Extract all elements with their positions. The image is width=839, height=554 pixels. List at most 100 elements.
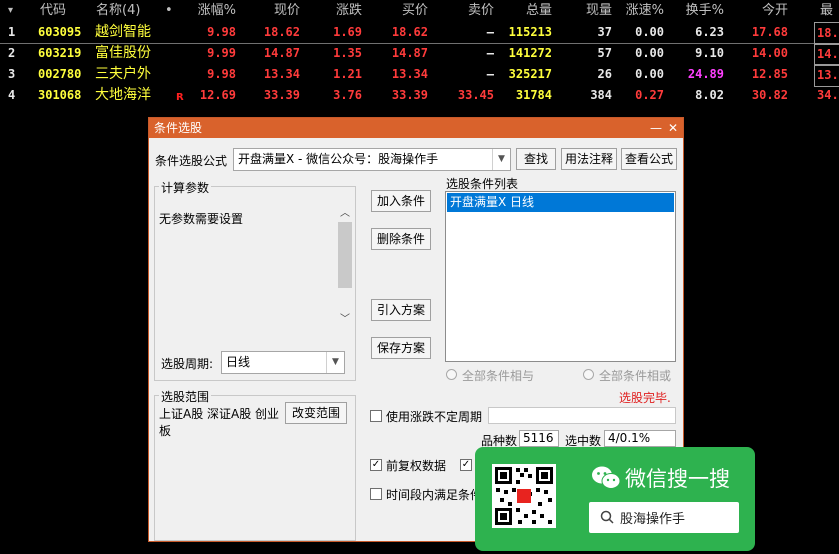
row-index: 2 [8,46,16,60]
pct-change: 9.98 [207,25,236,39]
radio-and[interactable] [446,369,457,380]
chevron-down-icon[interactable]: ▼ [492,149,510,170]
last-cut: 34. [817,88,839,102]
radio-or-label: 全部条件相或 [599,369,672,383]
scroll-up-icon[interactable]: ︿ [340,204,350,219]
minimize-icon[interactable]: — [649,118,663,138]
condition-list[interactable]: 开盘满量X 日线 [445,191,676,362]
bid: 14.87 [391,46,428,60]
col-change[interactable]: 涨跌 [318,0,362,21]
volume: 141272 [508,46,552,60]
view-formula-button[interactable]: 查看公式 [621,148,677,170]
period-range-input[interactable] [488,407,676,424]
price: 14.87 [263,46,300,60]
find-button[interactable]: 查找 [516,148,556,170]
last-cut: 13. [814,64,839,87]
open: 30.82 [751,88,788,102]
formula-select[interactable]: 开盘满量X - 微信公众号：股海操作手 ▼ [233,148,511,171]
params-group-label: 计算参数 [159,179,212,196]
condition-list-label: 选股条件列表 [446,177,519,191]
col-dot: • [165,3,173,18]
col-code[interactable]: 代码 [40,0,66,21]
selected-value: 4/0.1% [604,430,676,447]
params-text: 无参数需要设置 [159,212,244,226]
watermark-title: 微信搜一搜 [625,467,730,491]
prefq-label: 前复权数据 [386,459,447,473]
col-last[interactable]: 最 [820,0,833,21]
volume: 325217 [508,67,552,81]
column-menu-icon[interactable]: ▾ [8,0,13,21]
speed: 0.00 [635,67,664,81]
qr-code [492,464,556,528]
usage-notes-button[interactable]: 用法注释 [561,148,617,170]
change: 1.21 [333,67,362,81]
wechat-watermark: 微信搜一搜 股海操作手 [475,447,755,551]
table-row[interactable]: 4 301068 大地海洋 R 12.69 33.39 3.76 33.39 3… [0,85,839,106]
pct-change: 9.99 [207,46,236,60]
search-icon [600,510,614,524]
use-period-checkbox[interactable] [370,410,382,422]
col-bid[interactable]: 买价 [380,0,428,21]
extra-checkbox[interactable]: ✓ [460,459,472,471]
col-name[interactable]: 名称(4) [96,0,140,21]
period-value: 日线 [226,355,251,369]
timerange-checkbox[interactable] [370,488,382,500]
speed: 0.27 [635,88,664,102]
open: 14.00 [751,46,788,60]
pct-change: 9.98 [207,67,236,81]
watermark-search-text: 股海操作手 [620,512,686,527]
ask: — [486,67,494,81]
scroll-down-icon[interactable]: ﹀ [340,310,350,325]
speed: 0.00 [635,46,664,60]
cur-volume: 57 [597,46,612,60]
dialog-titlebar[interactable]: 条件选股 — ✕ [149,118,683,138]
list-item[interactable]: 开盘满量X 日线 [447,193,674,212]
close-icon[interactable]: ✕ [666,118,680,138]
stock-grid: ▾ 代码 名称(4) • 涨幅% 现价 涨跌 买价 卖价 总量 现量 涨速% 换… [0,0,839,110]
price: 33.39 [263,88,300,102]
col-volume[interactable]: 总量 [510,0,552,21]
table-row[interactable]: 2 603219 富佳股份 9.99 14.87 1.35 14.87 — 14… [0,43,839,66]
dialog-title: 条件选股 [154,121,203,135]
pct-change: 12.69 [199,88,236,102]
last-cut: 14. [814,43,839,66]
scroll-thumb[interactable] [338,222,352,288]
stock-name: 大地海洋 [95,87,151,103]
count-value: 5116 [519,430,559,447]
change: 3.76 [333,88,362,102]
change-scope-button[interactable]: 改变范围 [285,402,347,424]
radio-or[interactable] [583,369,594,380]
bid: 18.62 [391,25,428,39]
add-condition-button[interactable]: 加入条件 [371,190,431,212]
scope-group-label: 选股范围 [159,388,212,405]
save-scheme-button[interactable]: 保存方案 [371,337,431,359]
col-ask[interactable]: 卖价 [452,0,494,21]
volume: 31784 [515,88,552,102]
change: 1.35 [333,46,362,60]
period-select[interactable]: 日线 ▼ [221,351,345,374]
grid-header: ▾ 代码 名称(4) • 涨幅% 现价 涨跌 买价 卖价 总量 现量 涨速% 换… [0,0,839,21]
bid: 33.39 [391,88,428,102]
stock-code: 301068 [38,88,82,102]
import-scheme-button[interactable]: 引入方案 [371,299,431,321]
delete-condition-button[interactable]: 删除条件 [371,228,431,250]
turnover: 6.23 [695,25,724,39]
chevron-down-icon[interactable]: ▼ [326,352,344,373]
ask: — [486,25,494,39]
col-cur-volume[interactable]: 现量 [572,0,612,21]
stock-code: 603219 [38,46,82,60]
col-speed[interactable]: 涨速% [612,0,664,21]
col-open[interactable]: 今开 [748,0,788,21]
prefq-checkbox[interactable]: ✓ [370,459,382,471]
params-scrollbar[interactable]: ︿ ﹀ [337,204,353,325]
col-price[interactable]: 现价 [250,0,300,21]
row-index: 4 [8,88,16,102]
col-pct[interactable]: 涨幅% [180,0,236,21]
col-turnover[interactable]: 换手% [676,0,724,21]
row-index: 3 [8,67,16,81]
price: 18.62 [263,25,300,39]
timerange-label: 时间段内满足条件 [386,488,483,502]
table-row[interactable]: 3 002780 三夫户外 9.98 13.34 1.21 13.34 — 32… [0,64,839,87]
table-row[interactable]: 1 603095 越剑智能 9.98 18.62 1.69 18.62 — 11… [0,22,839,45]
wechat-icon [592,466,621,489]
